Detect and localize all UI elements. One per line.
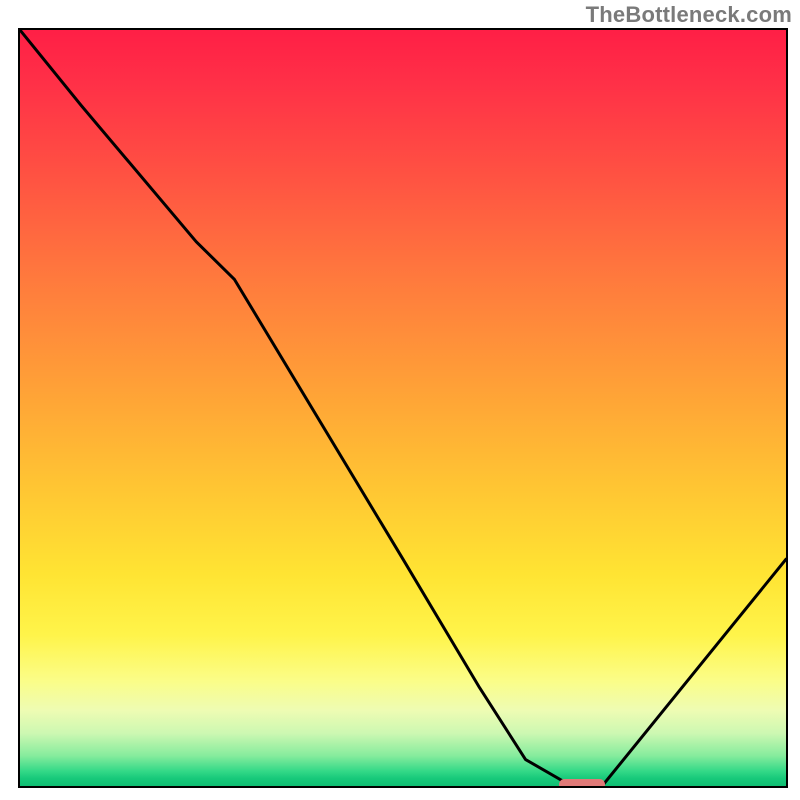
plot-area <box>18 28 788 788</box>
watermark-label: TheBottleneck.com <box>586 2 792 28</box>
chart-frame: TheBottleneck.com <box>0 0 800 800</box>
bottleneck-curve-path <box>20 30 786 786</box>
curve-svg <box>20 30 786 786</box>
optimal-range-marker <box>559 779 605 788</box>
